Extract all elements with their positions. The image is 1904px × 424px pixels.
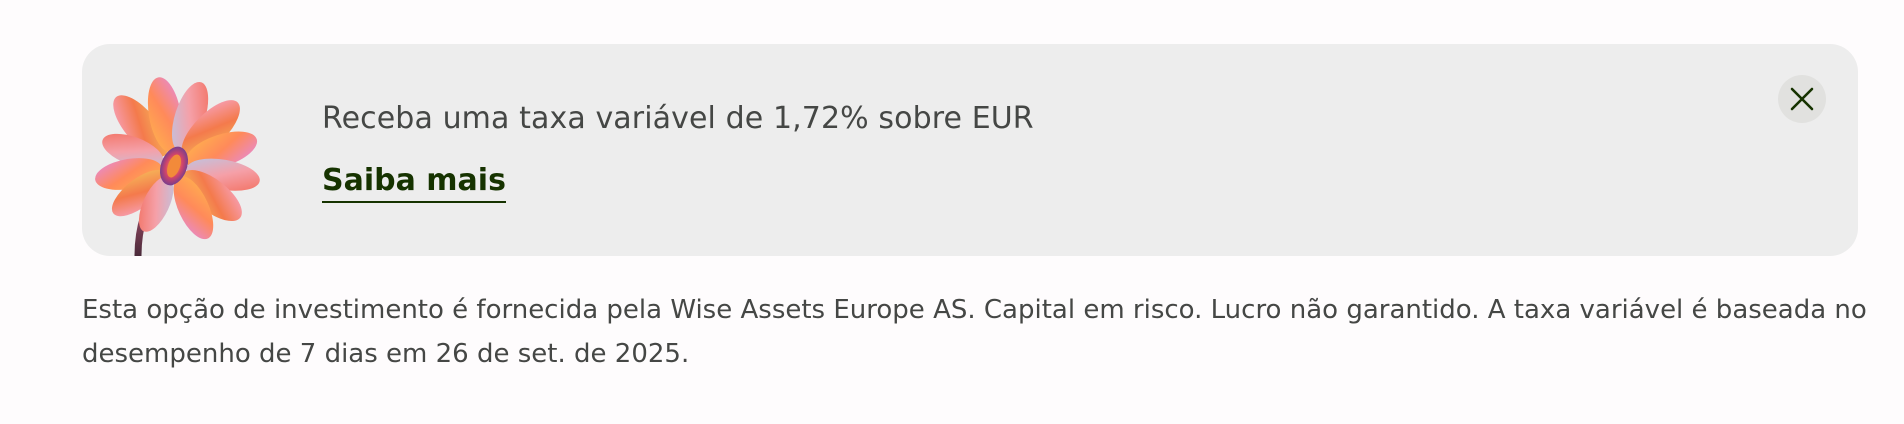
page: Receba uma taxa variável de 1,72% sobre … xyxy=(0,0,1904,424)
learn-more-link[interactable]: Saiba mais xyxy=(322,163,506,203)
flower-illustration xyxy=(95,77,260,256)
promo-headline: Receba uma taxa variável de 1,72% sobre … xyxy=(322,101,1034,136)
investment-disclaimer: Esta opção de investimento é fornecida p… xyxy=(82,295,1867,369)
promo-banner: Receba uma taxa variável de 1,72% sobre … xyxy=(82,44,1858,256)
close-icon xyxy=(1790,87,1814,111)
close-button[interactable] xyxy=(1778,75,1826,123)
